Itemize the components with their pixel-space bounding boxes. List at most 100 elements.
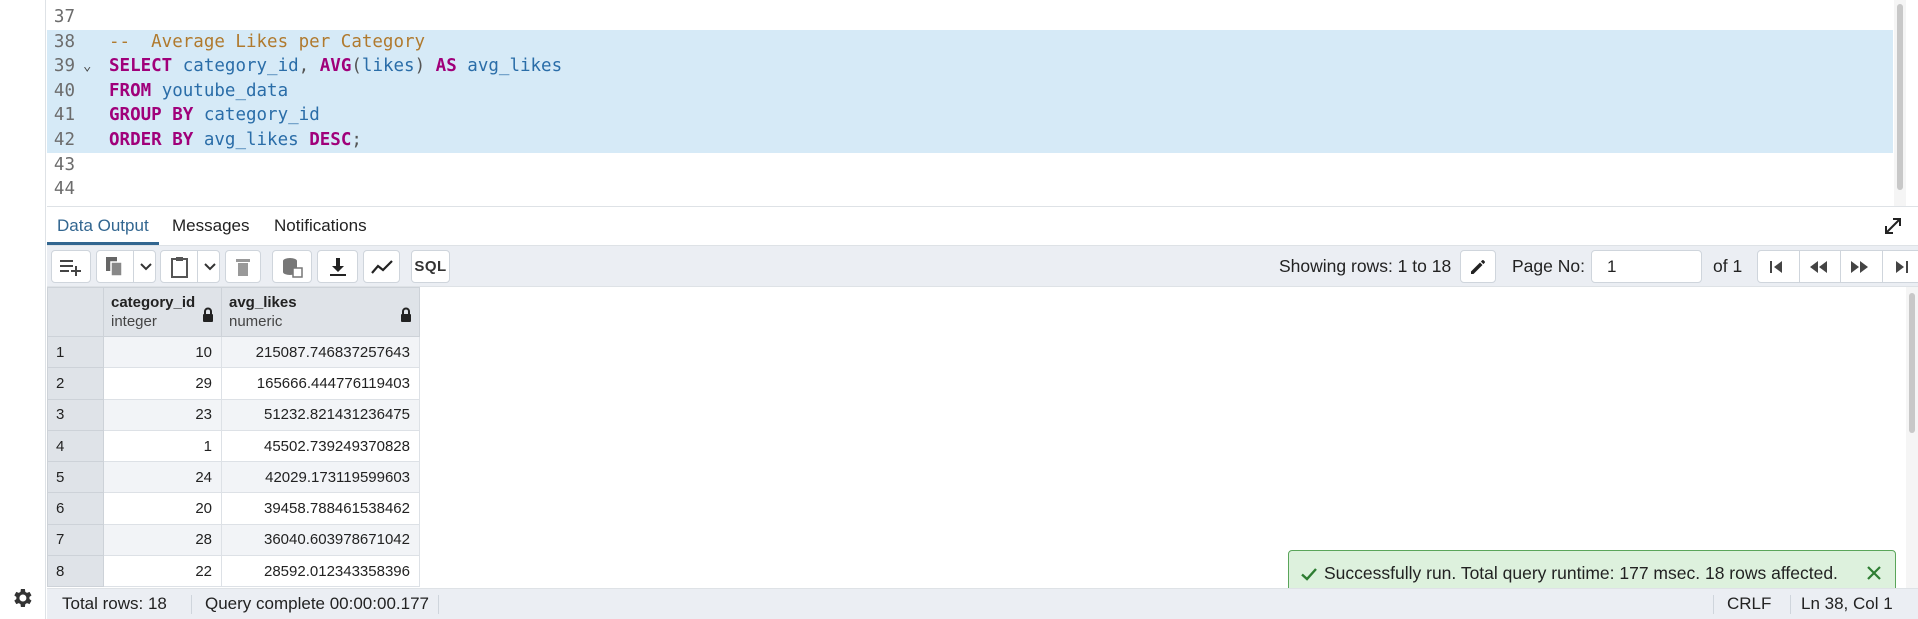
- code-line[interactable]: 38 -- Average Likes per Category: [47, 29, 1893, 55]
- code-line[interactable]: 39 ⌄ SELECT category_id, AVG(likes) AS avg…: [47, 54, 1893, 79]
- sql-editor[interactable]: 37 38 -- Average Likes per Category 39 ⌄ SELE…: [47, 0, 1906, 206]
- cell-avg-likes[interactable]: 51232.821431236475: [221, 398, 420, 431]
- last-page-icon[interactable]: [1894, 259, 1910, 275]
- table-row[interactable]: 4 1 45502.739249370828: [47, 429, 420, 463]
- line-number: 43: [53, 154, 75, 175]
- results-toolbar: SQL Showing rows: 1 to 18 Page No: 1 of …: [47, 246, 1918, 287]
- cell-avg-likes[interactable]: 45502.739249370828: [221, 429, 420, 463]
- table-row[interactable]: 5 24 42029.173119599603: [47, 461, 420, 494]
- line-number: 42: [53, 130, 75, 150]
- code-line[interactable]: 43: [47, 153, 1893, 178]
- delete-icon: [235, 257, 251, 277]
- copy-icon: [105, 256, 125, 278]
- paste-button[interactable]: [160, 250, 220, 283]
- cell-category-id[interactable]: 10: [103, 335, 222, 369]
- cell-category-id[interactable]: 29: [103, 367, 222, 400]
- pagination-controls: [1757, 250, 1918, 283]
- code-token: SELECT: [109, 56, 173, 77]
- code-text: -- Average Likes per Category: [109, 30, 425, 55]
- expand-icon[interactable]: [1882, 215, 1904, 237]
- graph-button[interactable]: [363, 250, 400, 283]
- sql-button[interactable]: SQL: [411, 250, 450, 283]
- tab-messages[interactable]: Messages: [162, 207, 259, 245]
- result-table: category_id integer avg_likes numeric 1 …: [47, 287, 420, 588]
- cell-avg-likes[interactable]: 28592.012343358396: [221, 555, 420, 588]
- fold-chevron-icon[interactable]: ⌄: [83, 54, 91, 79]
- row-number[interactable]: 1: [47, 335, 104, 369]
- column-type: numeric: [229, 313, 283, 330]
- row-number[interactable]: 2: [47, 367, 104, 400]
- cell-category-id[interactable]: 1: [103, 429, 222, 463]
- row-number-header[interactable]: [47, 287, 104, 337]
- table-row[interactable]: 7 28 36040.603978671042: [47, 523, 420, 557]
- code-line[interactable]: 40 FROM youtube_data: [47, 78, 1893, 104]
- data-grid: category_id integer avg_likes numeric 1 …: [47, 287, 1918, 588]
- code-token: ;: [351, 130, 362, 150]
- code-line[interactable]: 37: [47, 5, 1893, 30]
- table-row[interactable]: 1 10 215087.746837257643: [47, 335, 420, 369]
- table-row[interactable]: 8 22 28592.012343358396: [47, 555, 420, 588]
- code-line[interactable]: 42 ORDER BY avg_likes DESC;: [47, 128, 1893, 153]
- column-header-category-id[interactable]: category_id integer: [103, 287, 222, 337]
- next-page-icon[interactable]: [1850, 259, 1870, 275]
- row-number[interactable]: 4: [47, 429, 104, 463]
- column-header-avg-likes[interactable]: avg_likes numeric: [221, 287, 420, 337]
- cell-category-id[interactable]: 24: [103, 461, 222, 494]
- cell-category-id[interactable]: 20: [103, 492, 222, 525]
- editor-scrollbar[interactable]: [1894, 0, 1906, 206]
- code-text: ORDER BY avg_likes DESC;: [109, 128, 362, 153]
- code-token: DESC: [309, 130, 352, 150]
- code-line[interactable]: 41 GROUP BY category_id: [47, 103, 1893, 128]
- row-number[interactable]: 8: [47, 555, 104, 588]
- row-number[interactable]: 7: [47, 523, 104, 557]
- query-tool: 37 38 -- Average Likes per Category 39 ⌄ SELE…: [0, 0, 1918, 619]
- download-button[interactable]: [317, 250, 358, 283]
- gear-icon[interactable]: [10, 586, 34, 610]
- close-icon[interactable]: [1864, 563, 1884, 583]
- save-data-button[interactable]: [272, 250, 312, 283]
- cell-category-id[interactable]: 22: [103, 555, 222, 588]
- code-token: AVG: [319, 56, 352, 77]
- chevron-down-icon[interactable]: [139, 260, 153, 274]
- cell-category-id[interactable]: 23: [103, 398, 222, 431]
- column-type: integer: [111, 313, 157, 330]
- cell-category-id[interactable]: 28: [103, 523, 222, 557]
- copy-button[interactable]: [96, 250, 156, 283]
- line-number: 40: [53, 80, 75, 101]
- table-row[interactable]: 6 20 39458.788461538462: [47, 492, 420, 525]
- cell-avg-likes[interactable]: 42029.173119599603: [221, 461, 420, 494]
- code-token: GROUP BY: [109, 105, 194, 126]
- code-token: ORDER BY: [109, 130, 194, 150]
- table-row[interactable]: 3 23 51232.821431236475: [47, 398, 420, 431]
- page-no-input[interactable]: 1: [1591, 250, 1702, 283]
- check-icon: [1299, 564, 1319, 584]
- prev-page-icon[interactable]: [1808, 259, 1828, 275]
- cell-avg-likes[interactable]: 36040.603978671042: [221, 523, 420, 557]
- delete-button[interactable]: [225, 250, 261, 283]
- row-number[interactable]: 6: [47, 492, 104, 525]
- cell-avg-likes[interactable]: 39458.788461538462: [221, 492, 420, 525]
- showing-rows-label: Showing rows: 1 to 18: [1279, 256, 1452, 276]
- cell-avg-likes[interactable]: 215087.746837257643: [221, 335, 420, 369]
- code-token: likes: [361, 56, 415, 77]
- column-name: avg_likes: [229, 294, 297, 311]
- grid-scrollbar[interactable]: [1906, 287, 1918, 588]
- first-page-icon[interactable]: [1768, 259, 1784, 275]
- line-number: 37: [53, 7, 75, 27]
- tab-notifications[interactable]: Notifications: [264, 207, 377, 245]
- edit-button[interactable]: [1460, 250, 1496, 283]
- lock-icon: [400, 307, 412, 323]
- row-number[interactable]: 5: [47, 461, 104, 494]
- chevron-down-icon[interactable]: [203, 260, 217, 274]
- code-line[interactable]: 44: [47, 177, 1893, 202]
- add-row-button[interactable]: [51, 250, 91, 283]
- row-number[interactable]: 3: [47, 398, 104, 431]
- tab-data-output[interactable]: Data Output: [47, 207, 159, 245]
- table-row[interactable]: 2 29 165666.444776119403: [47, 367, 420, 400]
- cell-avg-likes[interactable]: 165666.444776119403: [221, 367, 420, 400]
- code-text: FROM youtube_data: [109, 79, 288, 104]
- code-token: category_id: [182, 56, 299, 77]
